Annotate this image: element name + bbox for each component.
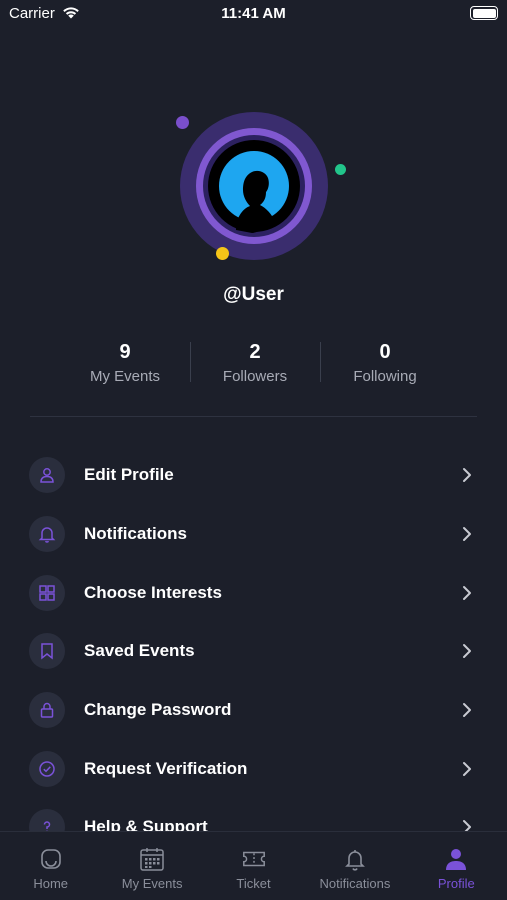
menu-label: Help & Support (84, 817, 208, 831)
menu-item-edit-profile[interactable]: Edit Profile (0, 446, 507, 505)
stat-value: 2 (249, 341, 261, 363)
user-icon (29, 457, 65, 494)
menu-label: Request Verification (84, 758, 248, 778)
chevron-right-icon (463, 585, 471, 600)
grid-icon (29, 574, 65, 611)
tab-home[interactable]: Home (0, 832, 101, 900)
tab-my-events[interactable]: My Events (101, 832, 202, 900)
username: @User (223, 284, 284, 305)
stat-value: 0 (379, 341, 391, 363)
stat-label: Following (353, 368, 417, 385)
bell-icon (29, 516, 65, 553)
chevron-right-icon (463, 468, 471, 483)
tab-label: Ticket (236, 876, 271, 891)
tab-profile[interactable]: Profile (406, 832, 507, 900)
chevron-right-icon (463, 820, 471, 831)
stat-following[interactable]: 0 Following (320, 340, 450, 388)
stat-value: 9 (119, 341, 131, 363)
stat-my-events[interactable]: 9 My Events (60, 340, 190, 388)
battery-icon (470, 6, 498, 20)
tab-label: My Events (121, 876, 183, 891)
profile-icon (443, 846, 469, 872)
menu-label: Choose Interests (84, 582, 222, 602)
bottom-tab-bar: Home My Events Ticket Notifications Prof… (0, 831, 507, 900)
tab-label: Notifications (319, 876, 391, 891)
stat-label: My Events (89, 368, 161, 385)
calendar-icon (139, 846, 165, 872)
menu-label: Edit Profile (84, 465, 174, 485)
menu-label: Saved Events (84, 641, 195, 661)
chevron-right-icon (463, 644, 471, 659)
divider (30, 416, 477, 417)
menu-item-help-support[interactable]: Help & Support (0, 798, 507, 831)
chevron-right-icon (463, 527, 471, 542)
chevron-right-icon (463, 761, 471, 776)
tab-ticket[interactable]: Ticket (203, 832, 304, 900)
clock: 11:41 AM (221, 5, 286, 22)
decor-dot-yellow (216, 247, 229, 260)
status-bar: Carrier 11:41 AM (0, 0, 507, 30)
decor-dot-green (335, 164, 346, 175)
profile-stats: 9 My Events 2 Followers 0 Following (60, 340, 450, 388)
home-icon (38, 846, 64, 872)
stat-label: Followers (222, 368, 288, 385)
check-circle-icon (29, 750, 65, 787)
menu-item-notifications[interactable]: Notifications (0, 505, 507, 564)
tab-label: Home (33, 876, 69, 891)
tab-label: Profile (437, 876, 475, 891)
stat-followers[interactable]: 2 Followers (190, 340, 320, 388)
bell-icon (342, 846, 368, 872)
menu-item-choose-interests[interactable]: Choose Interests (0, 563, 507, 622)
chevron-right-icon (463, 703, 471, 718)
menu-label: Change Password (84, 700, 232, 720)
bookmark-icon (29, 633, 65, 670)
question-icon (29, 809, 65, 831)
menu-label: Notifications (84, 524, 187, 544)
settings-menu: Edit Profile Notifications Choose Intere… (0, 446, 507, 831)
menu-item-request-verification[interactable]: Request Verification (0, 739, 507, 798)
menu-item-saved-events[interactable]: Saved Events (0, 622, 507, 681)
ticket-icon (241, 846, 267, 872)
tab-notifications[interactable]: Notifications (304, 832, 405, 900)
decor-dot-purple (176, 116, 189, 129)
lock-icon (29, 692, 65, 729)
menu-item-change-password[interactable]: Change Password (0, 681, 507, 740)
avatar[interactable] (180, 112, 328, 260)
